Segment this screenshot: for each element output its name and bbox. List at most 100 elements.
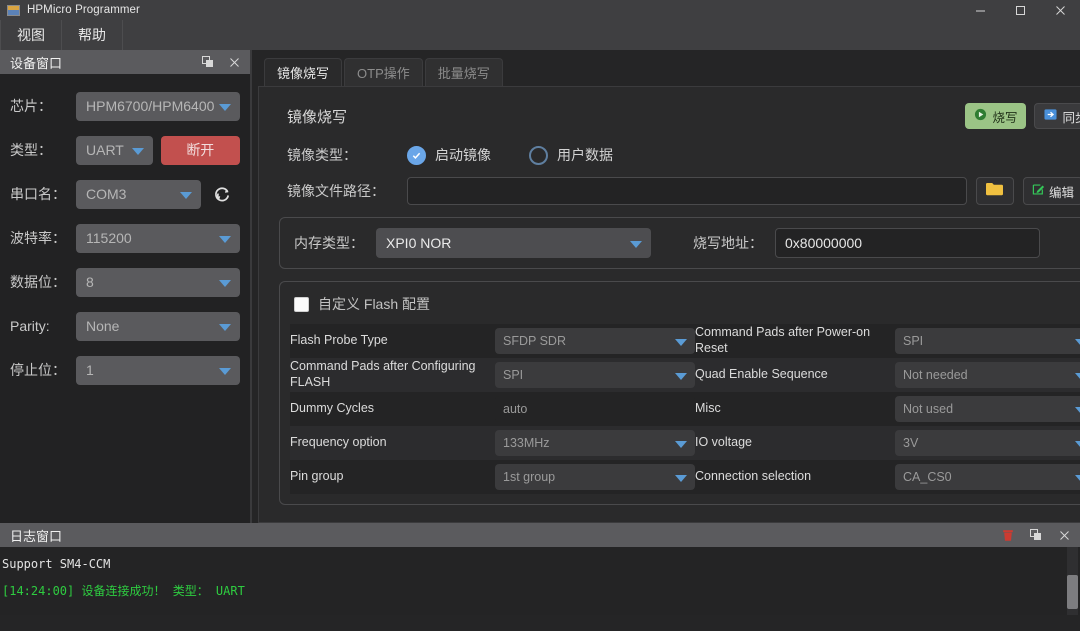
io-voltage-select[interactable]: 3V (895, 430, 1080, 456)
chevron-down-icon (1075, 441, 1080, 448)
stopbits-value: 1 (86, 362, 94, 378)
float-icon[interactable] (196, 51, 220, 73)
custom-flash-checkbox[interactable] (294, 296, 309, 312)
pin-group-select[interactable]: 1st group (495, 464, 695, 490)
trash-icon[interactable] (996, 524, 1020, 546)
burn-button[interactable]: 烧写 (965, 103, 1027, 129)
radio-unselected-icon (529, 145, 548, 165)
tab-otp[interactable]: OTP操作 (344, 58, 423, 86)
command-pads-power-on-value: SPI (903, 334, 924, 348)
edit-button[interactable]: 编辑 (1023, 177, 1080, 205)
cell-value: SPI (895, 324, 1080, 358)
log-scrollbar-thumb[interactable] (1067, 575, 1078, 609)
field-port: 串口名： COM3 (10, 172, 240, 216)
parity-select[interactable]: None (76, 311, 240, 341)
edit-button-label: 编辑 (1049, 185, 1075, 200)
chevron-down-icon (675, 339, 687, 346)
field-stopbits: 停止位： 1 (10, 348, 240, 392)
main-content: 镜像烧写 OTP操作 批量烧写 镜像烧写 烧写 同 镜像类型： 启动镜像 用户数… (252, 50, 1080, 523)
refresh-icon[interactable] (210, 182, 234, 206)
cell-value: 133MHz (495, 426, 695, 460)
device-panel: 设备窗口 芯片： HPM6700/HPM6400 类型： UART 断开 串口名… (0, 50, 252, 523)
flash-probe-type-value: SFDP SDR (503, 334, 566, 348)
radio-boot-image[interactable]: 启动镜像 (407, 145, 491, 165)
device-panel-title: 设备窗口 (10, 55, 63, 71)
connection-selection-select[interactable]: CA_CS0 (895, 464, 1080, 490)
flash-probe-type-select[interactable]: SFDP SDR (495, 328, 695, 354)
cell-label: Misc (695, 392, 895, 426)
close-icon[interactable] (222, 51, 246, 73)
dummy-cycles-input[interactable]: auto (495, 396, 695, 422)
table-row: Flash Probe Type SFDP SDR Command Pads a… (290, 324, 1080, 358)
chevron-down-icon (180, 192, 192, 199)
radio-user-data[interactable]: 用户数据 (529, 145, 613, 165)
field-chip-label: 芯片： (10, 98, 52, 114)
field-type-label: 类型： (10, 142, 52, 158)
chevron-down-icon (131, 148, 144, 155)
frequency-option-select[interactable]: 133MHz (495, 430, 695, 456)
connection-type-value: UART (86, 142, 124, 158)
minimize-icon[interactable] (960, 0, 1000, 20)
stopbits-select[interactable]: 1 (76, 355, 240, 385)
chevron-down-icon (675, 441, 687, 448)
cell-value: Not used (895, 392, 1080, 426)
log-panel-titlebar: 日志窗口 (0, 523, 1080, 547)
tab-image-burn[interactable]: 镜像烧写 (264, 58, 343, 86)
cell-value: SPI (495, 358, 695, 392)
memory-type-label: 内存类型： (294, 235, 364, 251)
serial-port-value: COM3 (86, 186, 127, 202)
chevron-down-icon (1075, 475, 1080, 482)
field-databits: 数据位： 8 (10, 260, 240, 304)
menu-item-view[interactable]: 视图 (0, 20, 62, 50)
chevron-down-icon (675, 475, 687, 482)
table-row: Dummy Cycles auto Misc Not used (290, 392, 1080, 426)
serial-port-select[interactable]: COM3 (76, 179, 201, 209)
field-chip: 芯片： HPM6700/HPM6400 (10, 84, 240, 128)
memory-type-value: XPI0 NOR (386, 235, 452, 251)
command-pads-configuring-select[interactable]: SPI (495, 362, 695, 388)
command-pads-power-on-select[interactable]: SPI (895, 328, 1080, 354)
device-panel-body: 芯片： HPM6700/HPM6400 类型： UART 断开 串口名： COM… (0, 74, 250, 523)
dummy-cycles-value: auto (503, 402, 528, 416)
chevron-down-icon (219, 368, 231, 375)
radio-selected-icon (407, 145, 426, 165)
image-type-row: 镜像类型： 启动镜像 用户数据 (275, 145, 1080, 165)
browse-file-button[interactable] (976, 177, 1014, 205)
file-path-input[interactable] (407, 177, 967, 205)
close-icon[interactable] (1052, 524, 1076, 546)
burn-address-input[interactable]: 0x80000000 (775, 228, 1040, 258)
field-stopbits-label: 停止位： (10, 362, 66, 378)
log-line: Support SM4-CCM (2, 557, 111, 571)
baudrate-value: 115200 (86, 230, 132, 246)
chevron-down-icon (630, 241, 642, 248)
close-icon[interactable] (1040, 0, 1080, 20)
cell-value: SFDP SDR (495, 324, 695, 358)
baudrate-select[interactable]: 115200 (76, 223, 240, 253)
menu-item-help[interactable]: 帮助 (62, 20, 123, 50)
chevron-down-icon (219, 324, 231, 331)
chip-select[interactable]: HPM6700/HPM6400 (76, 91, 240, 121)
float-icon[interactable] (1024, 524, 1048, 546)
radio-boot-image-label: 启动镜像 (435, 147, 491, 163)
pin-group-value: 1st group (503, 470, 556, 484)
databits-select[interactable]: 8 (76, 267, 240, 297)
misc-value: Not used (903, 402, 954, 416)
tab-batch-burn[interactable]: 批量烧写 (424, 58, 503, 86)
maximize-icon[interactable] (1000, 0, 1040, 20)
memory-type-select[interactable]: XPI0 NOR (376, 228, 651, 258)
sync-button[interactable]: 同步到 (1034, 103, 1080, 129)
field-parity-label: Parity: (10, 318, 50, 334)
quad-enable-sequence-select[interactable]: Not needed (895, 362, 1080, 388)
custom-flash-group: 自定义 Flash 配置 Flash Probe Type SFDP SDR C… (279, 281, 1080, 505)
misc-select[interactable]: Not used (895, 396, 1080, 422)
radio-user-data-label: 用户数据 (557, 147, 613, 163)
page-title: 镜像烧写 (287, 108, 348, 126)
connection-type-select[interactable]: UART (76, 135, 153, 165)
field-type: 类型： UART 断开 (10, 128, 240, 172)
custom-flash-checkbox-row[interactable]: 自定义 Flash 配置 (290, 290, 1080, 318)
burn-address-label: 烧写地址： (693, 235, 763, 251)
command-pads-configuring-value: SPI (503, 368, 524, 382)
folder-icon (985, 181, 1005, 202)
disconnect-button[interactable]: 断开 (160, 135, 240, 165)
statusbar (0, 615, 1080, 631)
